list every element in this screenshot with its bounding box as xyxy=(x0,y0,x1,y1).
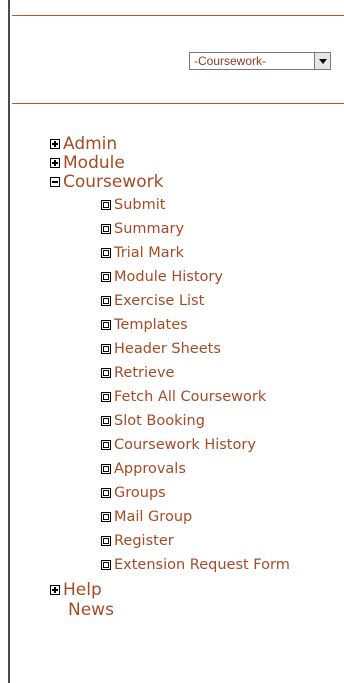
tree-item-news[interactable]: News xyxy=(50,599,290,621)
leaf-icon xyxy=(101,464,111,474)
subitem-label: Templates xyxy=(114,317,188,333)
leaf-icon xyxy=(101,536,111,546)
subitem-slot-booking[interactable]: Slot Booking xyxy=(50,409,290,433)
left-border xyxy=(8,0,10,683)
leaf-icon xyxy=(101,248,111,258)
section-select[interactable]: -Coursework- xyxy=(189,52,331,70)
subitem-label: Register xyxy=(114,533,174,549)
expand-icon[interactable] xyxy=(50,157,60,168)
leaf-icon xyxy=(101,344,111,354)
tree-item-help[interactable]: Help xyxy=(50,579,290,600)
subitem-label: Retrieve xyxy=(114,365,175,381)
tree-item-label: Module xyxy=(63,152,125,173)
subitem-summary[interactable]: Summary xyxy=(50,217,290,241)
subitem-header-sheets[interactable]: Header Sheets xyxy=(50,337,290,361)
subitem-extension-request-form[interactable]: Extension Request Form xyxy=(50,553,290,577)
subitem-retrieve[interactable]: Retrieve xyxy=(50,361,290,385)
subitem-label: Groups xyxy=(114,485,166,501)
expand-icon[interactable] xyxy=(50,584,60,595)
leaf-icon xyxy=(101,200,111,210)
subitem-exercise-list[interactable]: Exercise List xyxy=(50,289,290,313)
tree-item-label: Coursework xyxy=(63,171,164,192)
subitem-register[interactable]: Register xyxy=(50,529,290,553)
subitem-label: Mail Group xyxy=(114,509,193,525)
leaf-icon xyxy=(101,440,111,450)
tree-item-module[interactable]: Module xyxy=(50,152,290,173)
coursework-subitems: Submit Summary Trial Mark Module History… xyxy=(50,193,290,577)
subitem-mail-group[interactable]: Mail Group xyxy=(50,505,290,529)
leaf-icon xyxy=(101,224,111,234)
subitem-label: Coursework History xyxy=(114,437,256,453)
section-select-value: -Coursework- xyxy=(194,54,267,68)
subitem-label: Summary xyxy=(114,221,185,237)
leaf-icon xyxy=(101,368,111,378)
tree-item-label: Help xyxy=(63,579,102,600)
subitem-groups[interactable]: Groups xyxy=(50,481,290,505)
subitem-coursework-history[interactable]: Coursework History xyxy=(50,433,290,457)
subitem-label: Slot Booking xyxy=(114,413,205,429)
subitem-label: Header Sheets xyxy=(114,341,221,357)
subitem-label: Approvals xyxy=(114,461,186,477)
expand-icon[interactable] xyxy=(50,138,60,149)
bottom-divider xyxy=(12,103,344,104)
subitem-label: Fetch All Coursework xyxy=(114,389,267,405)
subitem-label: Module History xyxy=(114,269,223,285)
collapse-icon[interactable] xyxy=(50,176,60,187)
tree-item-admin[interactable]: Admin xyxy=(50,133,290,154)
leaf-icon xyxy=(101,512,111,522)
subitem-label: Exercise List xyxy=(114,293,205,309)
leaf-icon xyxy=(101,296,111,306)
subitem-label: Extension Request Form xyxy=(114,557,290,573)
dropdown-arrow-button[interactable] xyxy=(314,53,330,69)
navigation-tree: Admin Module Coursework Submit Summary T… xyxy=(50,134,290,621)
subitem-fetch-all-coursework[interactable]: Fetch All Coursework xyxy=(50,385,290,409)
subitem-label: Trial Mark xyxy=(114,245,184,261)
subitem-trial-mark[interactable]: Trial Mark xyxy=(50,241,290,265)
top-divider xyxy=(12,15,344,16)
subitem-approvals[interactable]: Approvals xyxy=(50,457,290,481)
leaf-icon xyxy=(101,488,111,498)
subitem-label: Submit xyxy=(114,197,166,213)
tree-item-label: Admin xyxy=(63,133,118,154)
leaf-icon xyxy=(101,416,111,426)
chevron-down-icon xyxy=(318,58,327,64)
leaf-icon xyxy=(101,560,111,570)
subitem-module-history[interactable]: Module History xyxy=(50,265,290,289)
leaf-icon xyxy=(101,272,111,282)
tree-item-label: News xyxy=(68,600,114,620)
leaf-icon xyxy=(101,392,111,402)
tree-item-coursework[interactable]: Coursework xyxy=(50,171,290,192)
subitem-templates[interactable]: Templates xyxy=(50,313,290,337)
leaf-icon xyxy=(101,320,111,330)
subitem-submit[interactable]: Submit xyxy=(50,193,290,217)
